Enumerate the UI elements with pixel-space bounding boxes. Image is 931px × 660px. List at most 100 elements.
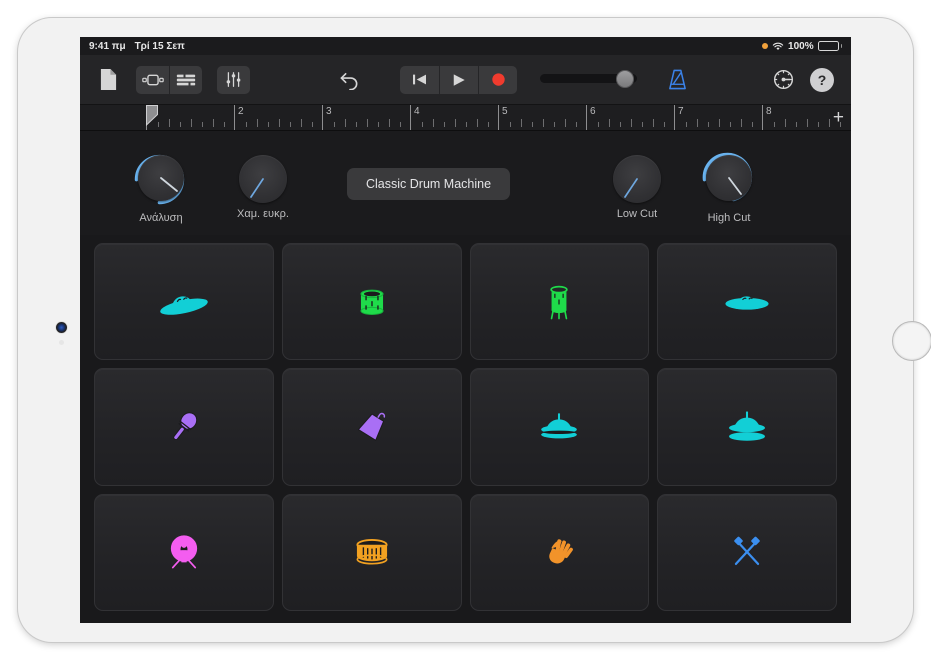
ruler-tick: [290, 122, 291, 127]
status-time: 9:41 πμ: [89, 41, 126, 52]
status-bar: 9:41 πμ Τρί 15 Σεπ 100%: [80, 37, 851, 55]
ruler-tick: [158, 122, 159, 127]
drum-pad-grid: [80, 235, 851, 623]
ruler-bar-marker: 6: [586, 105, 674, 131]
ruler-tick: [191, 119, 192, 127]
view-mode-segmented-control: [136, 66, 202, 94]
pad-cowbell[interactable]: [282, 368, 462, 485]
ruler-tick: [202, 122, 203, 127]
crash-cymbal-icon: [156, 288, 212, 316]
ruler-tick: [521, 119, 522, 127]
mixer-sliders-icon[interactable]: [217, 66, 250, 94]
ruler-tick: [774, 122, 775, 127]
ruler-tick: [532, 122, 533, 127]
ruler-tick: [466, 122, 467, 127]
cowbell-icon: [354, 410, 390, 444]
ruler-tick: [829, 119, 830, 127]
plus-icon[interactable]: +: [833, 109, 844, 127]
ruler-tick: [697, 119, 698, 127]
ruler-tick: [576, 122, 577, 127]
status-date: Τρί 15 Σεπ: [135, 41, 185, 52]
ruler-tick: [169, 119, 170, 127]
timeline-ruler[interactable]: 12345678 +: [80, 105, 851, 131]
tracks-view-icon[interactable]: [136, 66, 169, 94]
rewind-to-start-icon[interactable]: [400, 66, 439, 94]
floor-tom-icon: [544, 283, 574, 321]
ruler-bar-number: 2: [238, 106, 244, 117]
pad-open-hihat[interactable]: [657, 368, 837, 485]
ruler-tick: [389, 119, 390, 127]
ruler-tick: [653, 119, 654, 127]
play-icon[interactable]: [439, 66, 478, 94]
undo-arrow-icon[interactable]: [336, 67, 362, 93]
battery-full-icon: [818, 41, 842, 51]
ruler-tick: [741, 119, 742, 127]
instrument-name-label: Classic Drum Machine: [366, 177, 491, 191]
list-view-icon[interactable]: [169, 66, 202, 94]
ruler-tick: [719, 119, 720, 127]
ruler-tick: [708, 122, 709, 127]
ruler-tick: [620, 122, 621, 127]
ruler-tick: [367, 119, 368, 127]
ruler-tick: [543, 119, 544, 127]
metronome-icon[interactable]: [664, 66, 690, 94]
resolution-knob[interactable]: Ανάλυση: [132, 149, 190, 224]
hand-clap-icon: [542, 535, 576, 569]
pad-closed-hihat[interactable]: [470, 368, 650, 485]
pad-hand-clap[interactable]: [470, 494, 650, 611]
document-icon[interactable]: [95, 66, 121, 94]
ruler-tick: [818, 122, 819, 127]
low-cut-knob[interactable]: Low Cut: [613, 155, 661, 220]
kick-drum-icon: [355, 285, 389, 319]
ruler-tick: [510, 122, 511, 127]
ruler-tick: [598, 122, 599, 127]
ruler-tick: [664, 122, 665, 127]
pad-maraca[interactable]: [94, 368, 274, 485]
ruler-tick: [444, 122, 445, 127]
snare-drum-icon: [352, 537, 392, 568]
ruler-tick: [301, 119, 302, 127]
instrument-name-button[interactable]: Classic Drum Machine: [347, 168, 510, 200]
home-button-icon[interactable]: [892, 321, 931, 361]
pad-drumsticks[interactable]: [657, 494, 837, 611]
maraca-icon: [167, 408, 201, 446]
orange-dot-icon: [762, 43, 768, 49]
pad-gong[interactable]: [94, 494, 274, 611]
help-icon[interactable]: ?: [810, 68, 834, 92]
gong-icon: [165, 532, 203, 572]
battery-percent-label: 100%: [788, 41, 814, 52]
record-icon[interactable]: [478, 66, 517, 94]
ruler-bar-marker: 3: [322, 105, 410, 131]
ruler-tick: [477, 119, 478, 127]
ruler-bar-marker: 7: [674, 105, 762, 131]
ruler-tick: [400, 122, 401, 127]
pad-ride-cymbal[interactable]: [657, 243, 837, 360]
closed-hihat-icon: [535, 410, 583, 444]
high-cut-knob-label: High Cut: [700, 212, 758, 224]
ruler-track: 12345678: [146, 105, 851, 131]
pad-kick-drum[interactable]: [282, 243, 462, 360]
instrument-control-strip: Ανάλυση Χαμ. ευκρ. Classic Drum Machine: [80, 131, 851, 235]
master-volume-handle[interactable]: [616, 70, 634, 88]
ruler-tick: [488, 122, 489, 127]
main-toolbar: ?: [80, 55, 851, 105]
playhead[interactable]: [146, 105, 158, 131]
low-res-knob-label: Χαμ. ευκρ.: [237, 208, 289, 220]
ruler-tick: [356, 122, 357, 127]
pad-crash-cymbal[interactable]: [94, 243, 274, 360]
drumsticks-icon: [728, 535, 766, 569]
ruler-tick: [433, 119, 434, 127]
ruler-bar-marker: 1: [146, 105, 234, 131]
pad-floor-tom[interactable]: [470, 243, 650, 360]
gear-icon[interactable]: [770, 67, 796, 93]
high-cut-knob[interactable]: High Cut: [700, 149, 758, 224]
master-volume-slider[interactable]: [540, 74, 637, 83]
ruler-tick: [785, 119, 786, 127]
low-cut-knob-label: Low Cut: [613, 208, 661, 220]
ruler-tick: [565, 119, 566, 127]
open-hihat-icon: [723, 409, 771, 445]
low-res-knob[interactable]: Χαμ. ευκρ.: [237, 155, 289, 220]
ruler-tick: [642, 122, 643, 127]
ruler-tick: [180, 122, 181, 127]
pad-snare-drum[interactable]: [282, 494, 462, 611]
